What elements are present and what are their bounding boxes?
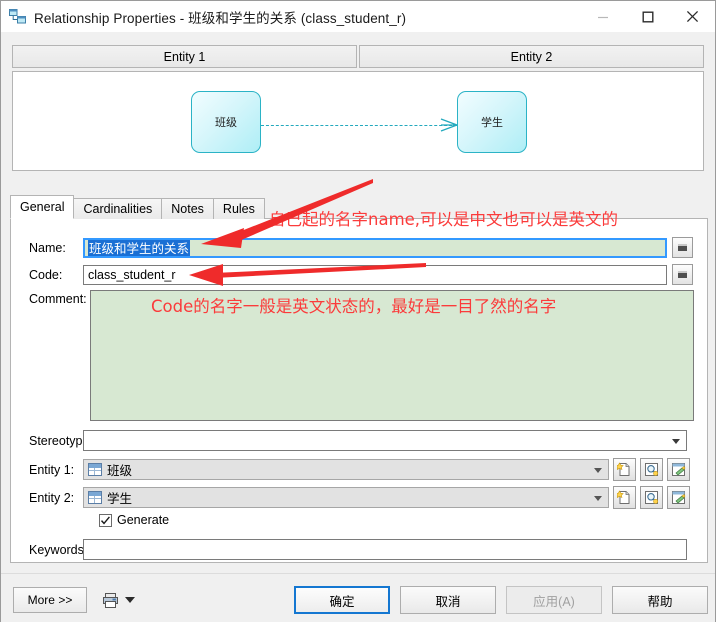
maximize-button[interactable] bbox=[625, 1, 670, 32]
entity2-label: Entity 2: bbox=[11, 491, 83, 505]
name-row: Name: 班级和学生的关系 bbox=[11, 237, 709, 258]
entity2-combobox[interactable]: 学生 bbox=[83, 487, 609, 508]
dialog-button-bar: More >> 确定 取消 应用(A) 帮助 bbox=[1, 573, 715, 622]
window-title: Relationship Properties - 班级和学生的关系 (clas… bbox=[34, 7, 406, 27]
entity2-header: Entity 2 bbox=[359, 45, 704, 68]
tab-notes[interactable]: Notes bbox=[161, 198, 214, 219]
entity1-label: Entity 1: bbox=[11, 463, 83, 477]
equals-icon bbox=[678, 244, 687, 251]
tab-strip: General Cardinalities Notes Rules bbox=[10, 196, 708, 219]
generate-row: Generate bbox=[11, 513, 709, 527]
code-row: Code: class_student_r bbox=[11, 264, 709, 285]
entity1-header: Entity 1 bbox=[12, 45, 357, 68]
relationship-icon bbox=[9, 8, 27, 26]
stereotype-label: Stereotype: bbox=[11, 434, 83, 448]
diagram-entity-1[interactable]: 班级 bbox=[191, 91, 261, 153]
stereotype-combobox[interactable] bbox=[83, 430, 687, 451]
name-equals-button[interactable] bbox=[672, 237, 693, 258]
entity2-value: 学生 bbox=[107, 488, 132, 507]
entity1-value: 班级 bbox=[107, 460, 132, 479]
generate-label: Generate bbox=[117, 513, 169, 527]
crows-foot-icon bbox=[428, 110, 460, 140]
diagram-entity-1-label: 班级 bbox=[215, 114, 237, 130]
title-bar: Relationship Properties - 班级和学生的关系 (clas… bbox=[1, 1, 715, 32]
keywords-label: Keywords: bbox=[11, 543, 83, 557]
equals-icon bbox=[678, 271, 687, 278]
entity-header-bar: Entity 1 Entity 2 bbox=[12, 45, 704, 68]
more-button[interactable]: More >> bbox=[13, 587, 87, 613]
tab-rules[interactable]: Rules bbox=[213, 198, 265, 219]
name-label: Name: bbox=[11, 241, 83, 255]
keywords-input[interactable] bbox=[83, 539, 687, 560]
chevron-down-icon bbox=[594, 496, 602, 501]
entity1-row: Entity 1: 班级 bbox=[11, 458, 709, 481]
code-label: Code: bbox=[11, 268, 83, 282]
print-icon[interactable] bbox=[99, 587, 121, 613]
cancel-button[interactable]: 取消 bbox=[400, 586, 496, 614]
entity1-create-button[interactable] bbox=[613, 458, 636, 481]
relationship-diagram[interactable]: 班级 学生 bbox=[12, 71, 704, 171]
entity2-create-button[interactable] bbox=[613, 486, 636, 509]
keywords-row: Keywords: bbox=[11, 539, 709, 560]
entity2-select-button[interactable] bbox=[667, 486, 690, 509]
print-dropdown-caret-icon[interactable] bbox=[125, 597, 135, 603]
entity1-select-button[interactable] bbox=[667, 458, 690, 481]
diagram-entity-2[interactable]: 学生 bbox=[457, 91, 527, 153]
generate-checkbox[interactable] bbox=[99, 514, 112, 527]
table-icon bbox=[88, 463, 102, 476]
diagram-entity-2-label: 学生 bbox=[481, 114, 503, 130]
tab-general[interactable]: General bbox=[10, 195, 74, 219]
entity1-combobox[interactable]: 班级 bbox=[83, 459, 609, 480]
entity2-properties-button[interactable] bbox=[640, 486, 663, 509]
code-value: class_student_r bbox=[88, 268, 176, 282]
help-button[interactable]: 帮助 bbox=[612, 586, 708, 614]
close-button[interactable] bbox=[670, 1, 715, 32]
code-input[interactable]: class_student_r bbox=[83, 265, 667, 285]
stereotype-row: Stereotype: bbox=[11, 430, 709, 451]
code-equals-button[interactable] bbox=[672, 264, 693, 285]
relationship-properties-dialog: Relationship Properties - 班级和学生的关系 (clas… bbox=[0, 0, 716, 622]
entity1-properties-button[interactable] bbox=[640, 458, 663, 481]
name-value: 班级和学生的关系 bbox=[88, 238, 190, 257]
comment-label: Comment: bbox=[29, 292, 87, 306]
comment-textarea[interactable] bbox=[90, 290, 694, 421]
chevron-down-icon bbox=[594, 468, 602, 473]
apply-button: 应用(A) bbox=[506, 586, 602, 614]
entity2-row: Entity 2: 学生 bbox=[11, 486, 709, 509]
chevron-down-icon bbox=[672, 439, 680, 444]
window-controls bbox=[580, 1, 715, 32]
general-tab-panel: Name: 班级和学生的关系 Code: class_student_r Com… bbox=[10, 218, 708, 563]
ok-button[interactable]: 确定 bbox=[294, 586, 390, 614]
table-icon bbox=[88, 491, 102, 504]
name-input[interactable]: 班级和学生的关系 bbox=[83, 238, 667, 258]
tab-cardinalities[interactable]: Cardinalities bbox=[73, 198, 162, 219]
minimize-button[interactable] bbox=[580, 1, 625, 32]
